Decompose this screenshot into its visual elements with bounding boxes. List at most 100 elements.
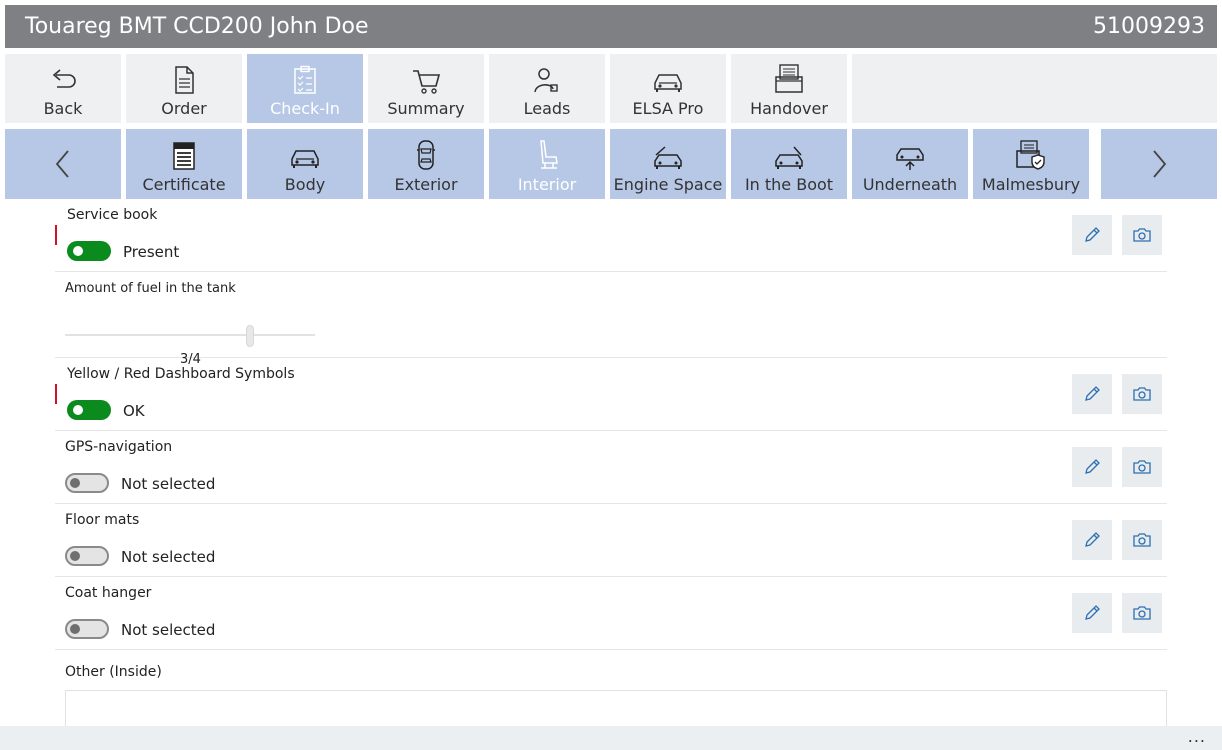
camera-button[interactable] [1122, 520, 1162, 560]
subtab-malmesbury-label: Malmesbury [981, 175, 1081, 194]
tab-order-label: Order [161, 99, 207, 118]
title-bar: Touareg BMT CCD200 John Doe 51009293 [5, 5, 1217, 48]
subtab-in-the-boot[interactable]: In the Boot [731, 129, 847, 199]
coat-hanger-label: Coat hanger [65, 585, 152, 601]
tab-handover-label: Handover [750, 99, 828, 118]
pencil-icon [1085, 227, 1100, 242]
item-service-book: Service book Present [55, 204, 1167, 272]
cart-icon [413, 70, 441, 94]
gps-label: GPS-navigation [65, 439, 173, 455]
back-arrow-icon [52, 69, 76, 88]
pencil-icon [1085, 386, 1100, 401]
edit-button[interactable] [1072, 447, 1112, 487]
edit-button[interactable] [1072, 520, 1112, 560]
fuel-slider-track[interactable] [65, 334, 315, 336]
subtab-certificate[interactable]: Certificate [126, 129, 242, 199]
dashboard-toggle[interactable] [67, 400, 111, 420]
person-icon [534, 68, 558, 93]
item-dashboard-symbols: Yellow / Red Dashboard Symbols OK [55, 358, 1167, 431]
subtab-underneath[interactable]: Underneath [852, 129, 968, 199]
required-marker [55, 225, 57, 245]
tab-leads-label: Leads [523, 99, 571, 118]
coat-hanger-toggle[interactable] [65, 619, 109, 639]
camera-button[interactable] [1122, 447, 1162, 487]
service-book-label: Service book [67, 207, 158, 223]
required-marker [55, 384, 57, 404]
other-inside-label: Other (Inside) [65, 664, 162, 680]
item-floor-mats: Floor mats Not selected [55, 504, 1167, 577]
subtab-exterior[interactable]: Exterior [368, 129, 484, 199]
dashboard-label: Yellow / Red Dashboard Symbols [67, 366, 295, 382]
other-inside-textarea[interactable] [65, 690, 1167, 730]
subtab-in-the-boot-label: In the Boot [744, 175, 834, 194]
subtab-interior[interactable]: Interior [489, 129, 605, 199]
subtab-underneath-label: Underneath [862, 175, 958, 194]
edit-button[interactable] [1072, 593, 1112, 633]
tab-summary[interactable]: Summary [368, 54, 484, 123]
fuel-slider-thumb[interactable] [246, 325, 254, 347]
camera-icon [1133, 460, 1151, 474]
back-label: Back [43, 99, 83, 118]
pencil-icon [1085, 532, 1100, 547]
document-icon [175, 66, 194, 94]
scroll-right-button[interactable] [1101, 129, 1217, 199]
pencil-icon [1085, 459, 1100, 474]
car-top-view-icon [417, 140, 435, 170]
order-number: 51009293 [1093, 14, 1205, 39]
edit-button[interactable] [1072, 374, 1112, 414]
subtab-exterior-label: Exterior [394, 175, 458, 194]
car-body-icon [291, 150, 319, 168]
coat-hanger-state: Not selected [121, 621, 216, 639]
pencil-icon [1085, 605, 1100, 620]
page-title: Touareg BMT CCD200 John Doe [25, 14, 369, 39]
dashboard-state: OK [123, 402, 145, 420]
gps-state: Not selected [121, 475, 216, 493]
floor-mats-toggle[interactable] [65, 546, 109, 566]
fuel-label: Amount of fuel in the tank [65, 281, 236, 296]
clipboard-checklist-icon [294, 65, 316, 94]
tab-check-in-label: Check-In [270, 99, 340, 118]
camera-button[interactable] [1122, 593, 1162, 633]
tab-summary-label: Summary [387, 99, 465, 118]
subtab-certificate-label: Certificate [142, 175, 226, 194]
certificate-icon [173, 142, 195, 170]
toolbar-filler [852, 54, 1217, 123]
tab-elsa-pro[interactable]: ELSA Pro [610, 54, 726, 123]
car-boot-open-icon [775, 146, 803, 169]
camera-icon [1133, 533, 1151, 547]
item-coat-hanger: Coat hanger Not selected [55, 577, 1167, 650]
camera-icon [1133, 387, 1151, 401]
item-fuel-amount: Amount of fuel in the tank 3/4 [55, 272, 1167, 367]
gps-toggle[interactable] [65, 473, 109, 493]
more-menu-button[interactable]: ... [1188, 726, 1206, 748]
subtab-interior-label: Interior [517, 175, 577, 194]
edit-button[interactable] [1072, 215, 1112, 255]
back-button[interactable]: Back [5, 54, 121, 123]
subtab-malmesbury[interactable]: Malmesbury [973, 129, 1089, 199]
tab-leads[interactable]: Leads [489, 54, 605, 123]
car-lift-icon [896, 148, 924, 170]
camera-button[interactable] [1122, 374, 1162, 414]
documents-stack-icon [775, 64, 803, 93]
tab-elsa-pro-label: ELSA Pro [632, 99, 704, 118]
subtab-engine-space-label: Engine Space [613, 175, 723, 194]
folder-shield-icon [1016, 140, 1045, 170]
subtab-body[interactable]: Body [247, 129, 363, 199]
subtab-engine-space[interactable]: Engine Space [610, 129, 726, 199]
service-book-toggle[interactable] [67, 241, 111, 261]
camera-icon [1133, 606, 1151, 620]
scroll-left-button[interactable] [5, 129, 121, 199]
subtab-body-label: Body [284, 175, 326, 194]
camera-button[interactable] [1122, 215, 1162, 255]
seat-icon [540, 140, 558, 169]
service-book-state: Present [123, 243, 180, 261]
tab-order[interactable]: Order [126, 54, 242, 123]
floor-mats-state: Not selected [121, 548, 216, 566]
tab-handover[interactable]: Handover [731, 54, 847, 123]
car-front-icon [654, 74, 682, 92]
car-hood-open-icon [654, 146, 682, 169]
tab-check-in[interactable]: Check-In [247, 54, 363, 123]
chevron-left-icon [55, 150, 69, 178]
chevron-right-icon [1153, 150, 1167, 178]
camera-icon [1133, 228, 1151, 242]
